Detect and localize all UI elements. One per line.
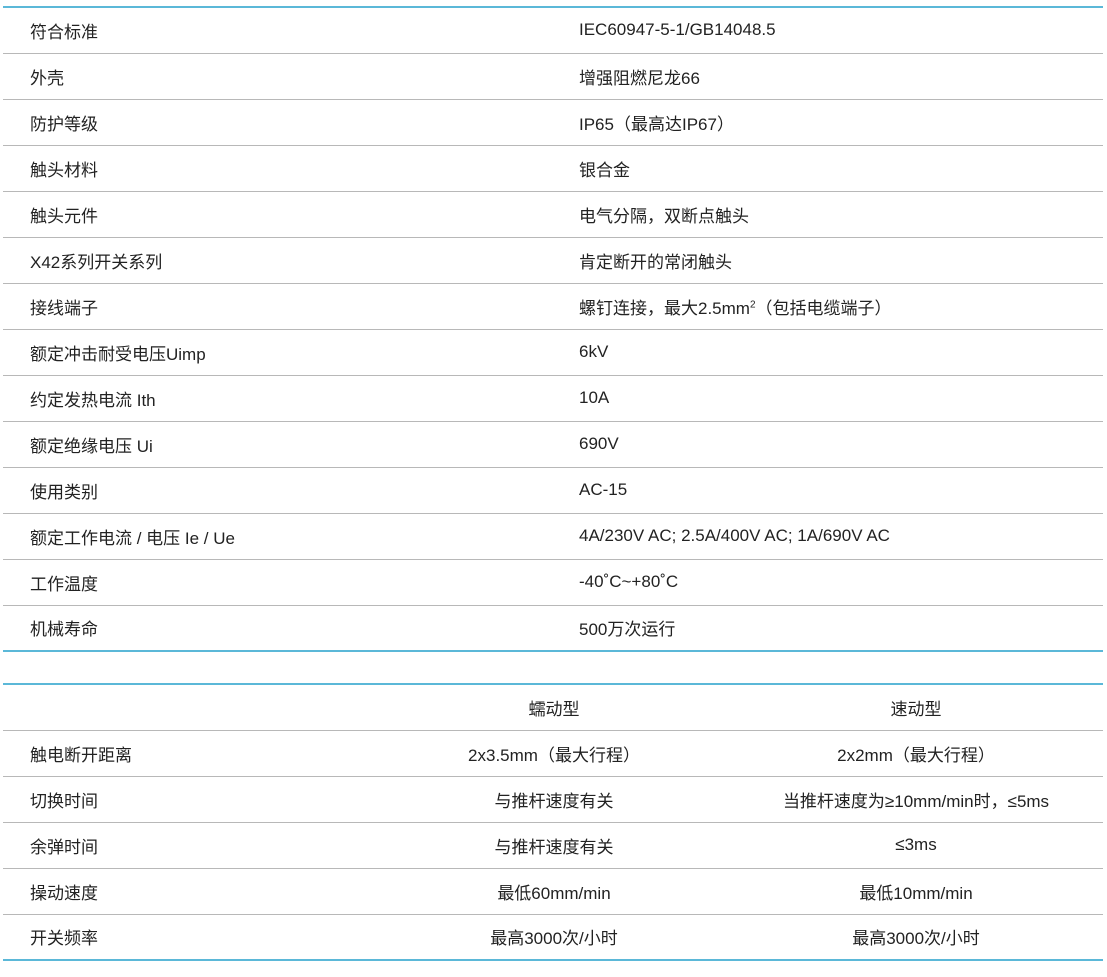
spec-label: 使用类别	[3, 466, 579, 513]
table-row: 余弹时间 与推杆速度有关 ≤3ms	[3, 821, 1103, 868]
row-label: 开关频率	[3, 913, 379, 960]
spec-value: 10A	[579, 374, 1103, 421]
spec-label: 额定工作电流 / 电压 Ie / Ue	[3, 512, 579, 559]
snap-value: ≤3ms	[729, 821, 1103, 868]
spec-label: 接线端子	[3, 282, 579, 329]
table-row: 符合标准 IEC60947-5-1/GB14048.5	[3, 7, 1103, 53]
table-row: 额定工作电流 / 电压 Ie / Ue 4A/230V AC; 2.5A/400…	[3, 512, 1103, 559]
header-empty-cell	[3, 684, 379, 730]
creep-value: 最高3000次/小时	[379, 913, 729, 960]
snap-value: 2x2mm（最大行程）	[729, 729, 1103, 776]
creep-value: 2x3.5mm（最大行程）	[379, 729, 729, 776]
snap-value: 最低10mm/min	[729, 867, 1103, 914]
table-row: 外壳 增强阻燃尼龙66	[3, 52, 1103, 99]
spec-value: 690V	[579, 420, 1103, 467]
table-row: 操动速度 最低60mm/min 最低10mm/min	[3, 867, 1103, 914]
table-row: 额定绝缘电压 Ui 690V	[3, 420, 1103, 467]
spec-label: 外壳	[3, 52, 579, 99]
spec-value: 增强阻燃尼龙66	[579, 52, 1103, 99]
row-label: 操动速度	[3, 867, 379, 914]
spec-value: IEC60947-5-1/GB14048.5	[579, 20, 776, 40]
snap-value: 当推杆速度为≥10mm/min时，≤5ms	[729, 775, 1103, 822]
spec-value: 6kV	[579, 328, 1103, 375]
terminal-value-note: （包括电缆端子）	[755, 298, 892, 318]
spec-value: IP65（最高达IP67）	[579, 98, 1103, 145]
spec-label: 触头材料	[3, 144, 579, 191]
row-label: 余弹时间	[3, 821, 379, 868]
table-row: 触头元件 电气分隔，双断点触头	[3, 190, 1103, 237]
table-row: 约定发热电流 Ith 10A	[3, 374, 1103, 421]
creep-value: 与推杆速度有关	[379, 821, 729, 868]
terminal-value-text: 螺钉连接，最大2.5mm	[579, 298, 750, 318]
spec-label: 额定冲击耐受电压Uimp	[3, 328, 579, 375]
spec-label: X42系列开关系列	[3, 236, 579, 283]
spec-value: 肯定断开的常闭触头	[579, 236, 1103, 283]
creep-value: 与推杆速度有关	[379, 775, 729, 822]
spec-label: 防护等级	[3, 98, 579, 145]
table-row: 触头材料 银合金	[3, 144, 1103, 191]
spec-value: 4A/230V AC; 2.5A/400V AC; 1A/690V AC	[579, 512, 1103, 559]
row-label: 触电断开距离	[3, 729, 379, 776]
spec-value: 电气分隔，双断点触头	[579, 190, 1103, 237]
table-row: 接线端子 螺钉连接，最大2.5mm2（包括电缆端子）	[3, 282, 1103, 329]
table-row: 机械寿命 500万次运行	[3, 604, 1103, 651]
spec-value: -40˚C~+80˚C	[579, 558, 1103, 605]
spec-label: 符合标准	[30, 22, 98, 42]
table-row: 使用类别 AC-15	[3, 466, 1103, 513]
comparison-table: 蠕动型 速动型 触电断开距离 2x3.5mm（最大行程） 2x2mm（最大行程）…	[3, 683, 1103, 961]
spec-label: 工作温度	[3, 558, 579, 605]
table-row: X42系列开关系列 肯定断开的常闭触头	[3, 236, 1103, 283]
snap-value: 最高3000次/小时	[729, 913, 1103, 960]
spec-label: 额定绝缘电压 Ui	[3, 420, 579, 467]
table-row: 触电断开距离 2x3.5mm（最大行程） 2x2mm（最大行程）	[3, 729, 1103, 776]
table-row: 工作温度 -40˚C~+80˚C	[3, 558, 1103, 605]
spec-value: 500万次运行	[579, 604, 1103, 651]
table-row: 防护等级 IP65（最高达IP67）	[3, 98, 1103, 145]
creep-value: 最低60mm/min	[379, 867, 729, 914]
spec-label: 约定发热电流 Ith	[3, 374, 579, 421]
spec-value: AC-15	[579, 466, 1103, 513]
spec-value: 银合金	[579, 144, 1103, 191]
table-row: 切换时间 与推杆速度有关 当推杆速度为≥10mm/min时，≤5ms	[3, 775, 1103, 822]
spec-value: 螺钉连接，最大2.5mm2（包括电缆端子）	[579, 282, 1103, 329]
spec-label: 触头元件	[3, 190, 579, 237]
table-row: 开关频率 最高3000次/小时 最高3000次/小时	[3, 913, 1103, 960]
column-header-creep: 蠕动型	[528, 699, 580, 719]
row-label: 切换时间	[3, 775, 379, 822]
spec-table: 符合标准 IEC60947-5-1/GB14048.5 外壳 增强阻燃尼龙66 …	[3, 6, 1103, 652]
table-row: 额定冲击耐受电压Uimp 6kV	[3, 328, 1103, 375]
table-header-row: 蠕动型 速动型	[3, 684, 1103, 730]
column-header-snap: 速动型	[890, 699, 942, 719]
spec-label: 机械寿命	[3, 604, 579, 651]
